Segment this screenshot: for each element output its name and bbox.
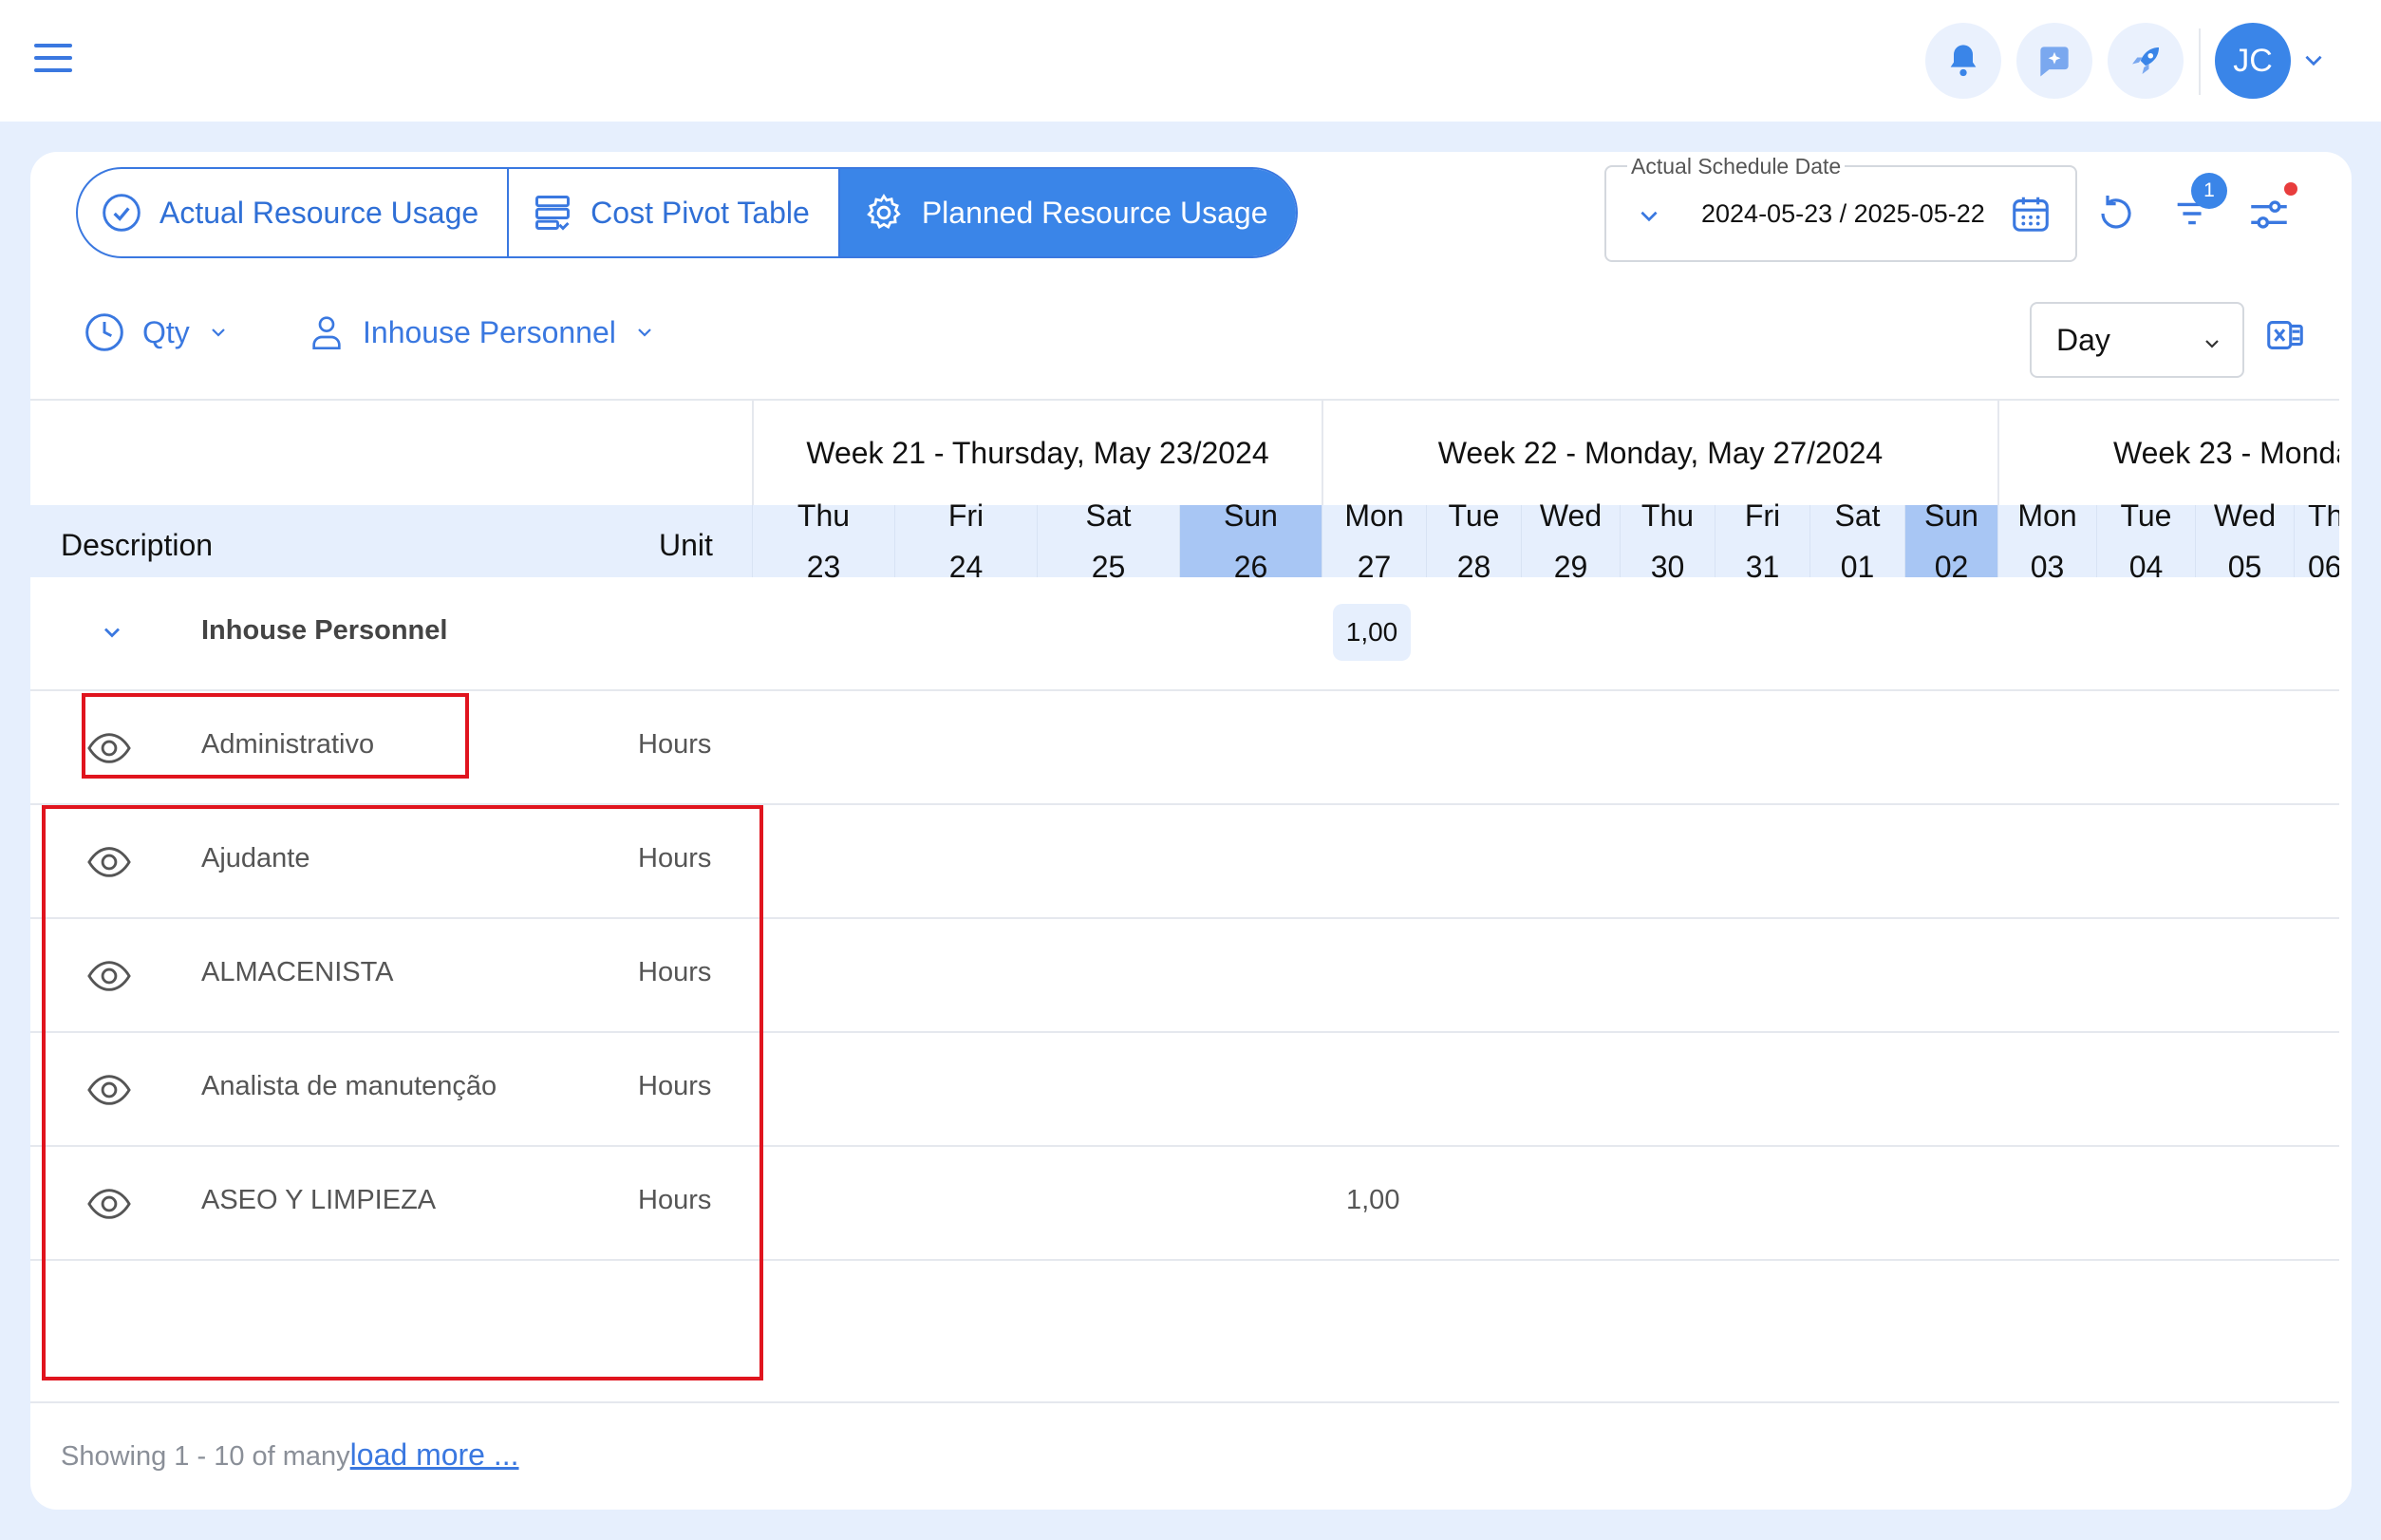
pagination-footer: Showing 1 - 10 of manyload more ... xyxy=(61,1437,519,1473)
day-column-header: Wed 05 xyxy=(2195,498,2294,584)
day-column-header: Sat 25 xyxy=(1037,498,1179,584)
excel-export-icon xyxy=(2267,321,2303,349)
period-select[interactable]: Day xyxy=(2030,302,2244,378)
day-column-header-sunday: Sun 26 xyxy=(1179,498,1322,584)
chevron-down-icon[interactable] xyxy=(1637,203,1661,228)
day-column-header: Wed 29 xyxy=(1521,498,1620,584)
clock-icon xyxy=(85,313,123,351)
load-more-link[interactable]: load more ... xyxy=(350,1437,519,1472)
avatar[interactable]: JC xyxy=(2215,23,2291,99)
chevron-down-icon[interactable] xyxy=(2301,47,2326,72)
tab-actual-resource-usage[interactable]: Actual Resource Usage xyxy=(78,169,507,256)
settings-sliders-button[interactable] xyxy=(2242,188,2296,241)
view-tabs: Actual Resource Usage Cost Pivot Table P… xyxy=(76,167,1299,258)
chevron-down-icon xyxy=(212,329,225,337)
refresh-button[interactable] xyxy=(2090,188,2142,239)
row-unit: Hours xyxy=(638,729,712,760)
row-value-cell: 1,00 xyxy=(1346,1185,1400,1215)
gear-icon xyxy=(866,194,901,230)
schedule-date-field[interactable]: Actual Schedule Date 2024-05-23 / 2025-0… xyxy=(1604,154,2077,262)
day-column-header-sunday: Sun 02 xyxy=(1904,498,1997,584)
measure-filter[interactable]: Qty xyxy=(84,311,230,353)
resource-type-filter[interactable]: Inhouse Personnel xyxy=(308,311,656,353)
filter-count-badge: 1 xyxy=(2191,173,2227,209)
day-column-header: Tue 04 xyxy=(2096,498,2195,584)
top-bar: JC xyxy=(0,0,2381,122)
sliders-icon xyxy=(2251,200,2287,229)
showing-count: Showing 1 - 10 of many xyxy=(61,1441,350,1472)
period-select-value: Day xyxy=(2056,323,2110,357)
launch-button[interactable] xyxy=(2108,23,2184,99)
chevron-down-icon[interactable] xyxy=(99,619,125,646)
day-column-header: Mon 03 xyxy=(1997,498,2096,584)
export-excel-button[interactable] xyxy=(2261,311,2309,359)
day-column-header: Sat 01 xyxy=(1809,498,1904,584)
notifications-button[interactable] xyxy=(1925,23,2001,99)
avatar-initials: JC xyxy=(2233,42,2273,79)
tab-label: Planned Resource Usage xyxy=(921,195,1268,230)
chat-button[interactable] xyxy=(2016,23,2092,99)
highlight-group-row xyxy=(82,693,469,779)
refresh-icon xyxy=(2101,196,2131,229)
day-column-header: Mon 27 xyxy=(1322,498,1426,584)
group-total-cell: 1,00 xyxy=(1333,604,1411,661)
tab-label: Actual Resource Usage xyxy=(159,195,479,230)
day-column-header: Fri 24 xyxy=(894,498,1037,584)
tab-cost-pivot-table[interactable]: Cost Pivot Table xyxy=(507,169,838,256)
check-circle-icon xyxy=(103,194,141,232)
bell-icon xyxy=(1950,45,1977,77)
column-header-row: Description Unit Thu 23 Fri 24 Sat 25 Sun 26… xyxy=(30,498,2339,584)
unit-column-header[interactable]: Unit xyxy=(659,528,713,563)
menu-icon[interactable] xyxy=(34,44,72,76)
day-column-header: Thu 23 xyxy=(752,498,894,584)
day-column-header: Thu 30 xyxy=(1620,498,1715,584)
day-column-header: Tue 28 xyxy=(1426,498,1521,584)
rocket-icon xyxy=(2132,47,2159,74)
resource-type-filter-label: Inhouse Personnel xyxy=(363,314,616,349)
person-icon xyxy=(312,316,341,349)
day-column-header: Thu06 xyxy=(2294,505,2339,577)
highlight-rows xyxy=(42,805,763,1380)
schedule-date-legend: Actual Schedule Date xyxy=(1627,154,1846,179)
description-column-header[interactable]: Description xyxy=(61,528,213,563)
tab-label: Cost Pivot Table xyxy=(591,195,810,230)
measure-filter-label: Qty xyxy=(142,314,190,349)
tab-planned-resource-usage[interactable]: Planned Resource Usage xyxy=(837,169,1297,256)
calendar-icon[interactable] xyxy=(2009,192,2053,235)
settings-indicator-dot xyxy=(2284,182,2297,196)
group-name: Inhouse Personnel xyxy=(201,615,448,646)
day-column-header: Fri 31 xyxy=(1715,498,1809,584)
chevron-down-icon xyxy=(638,329,651,337)
footer-divider xyxy=(30,1401,2339,1403)
schedule-date-value: 2024-05-23 / 2025-05-22 xyxy=(1701,199,1985,228)
chat-sparkle-icon xyxy=(2040,47,2069,77)
table-icon xyxy=(535,196,571,231)
group-row-inhouse-personnel[interactable]: Inhouse Personnel 1,00 xyxy=(30,577,2339,691)
chevron-down-icon xyxy=(2205,340,2219,348)
divider xyxy=(2199,28,2201,95)
